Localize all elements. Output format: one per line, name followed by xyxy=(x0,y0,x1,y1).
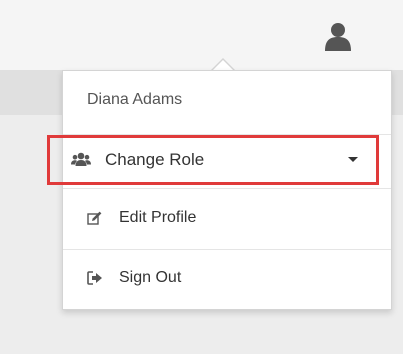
users-icon xyxy=(69,152,93,168)
caret-down-icon xyxy=(348,157,358,162)
sign-out-icon xyxy=(83,271,107,285)
edit-icon xyxy=(83,211,107,225)
sign-out-label: Sign Out xyxy=(119,269,182,286)
change-role-label: Change Role xyxy=(105,150,205,169)
edit-profile-item[interactable]: Edit Profile xyxy=(63,191,391,245)
change-role-item[interactable]: Change Role xyxy=(47,135,379,185)
edit-profile-label: Edit Profile xyxy=(119,209,197,226)
sign-out-item[interactable]: Sign Out xyxy=(63,251,391,305)
user-name-header: Diana Adams xyxy=(87,91,183,108)
divider xyxy=(63,249,391,250)
divider xyxy=(63,188,391,189)
user-menu-button[interactable] xyxy=(320,14,356,52)
user-dropdown-menu: Diana Adams Change Role Edit Profile Sig… xyxy=(47,70,392,310)
user-icon xyxy=(325,23,351,51)
